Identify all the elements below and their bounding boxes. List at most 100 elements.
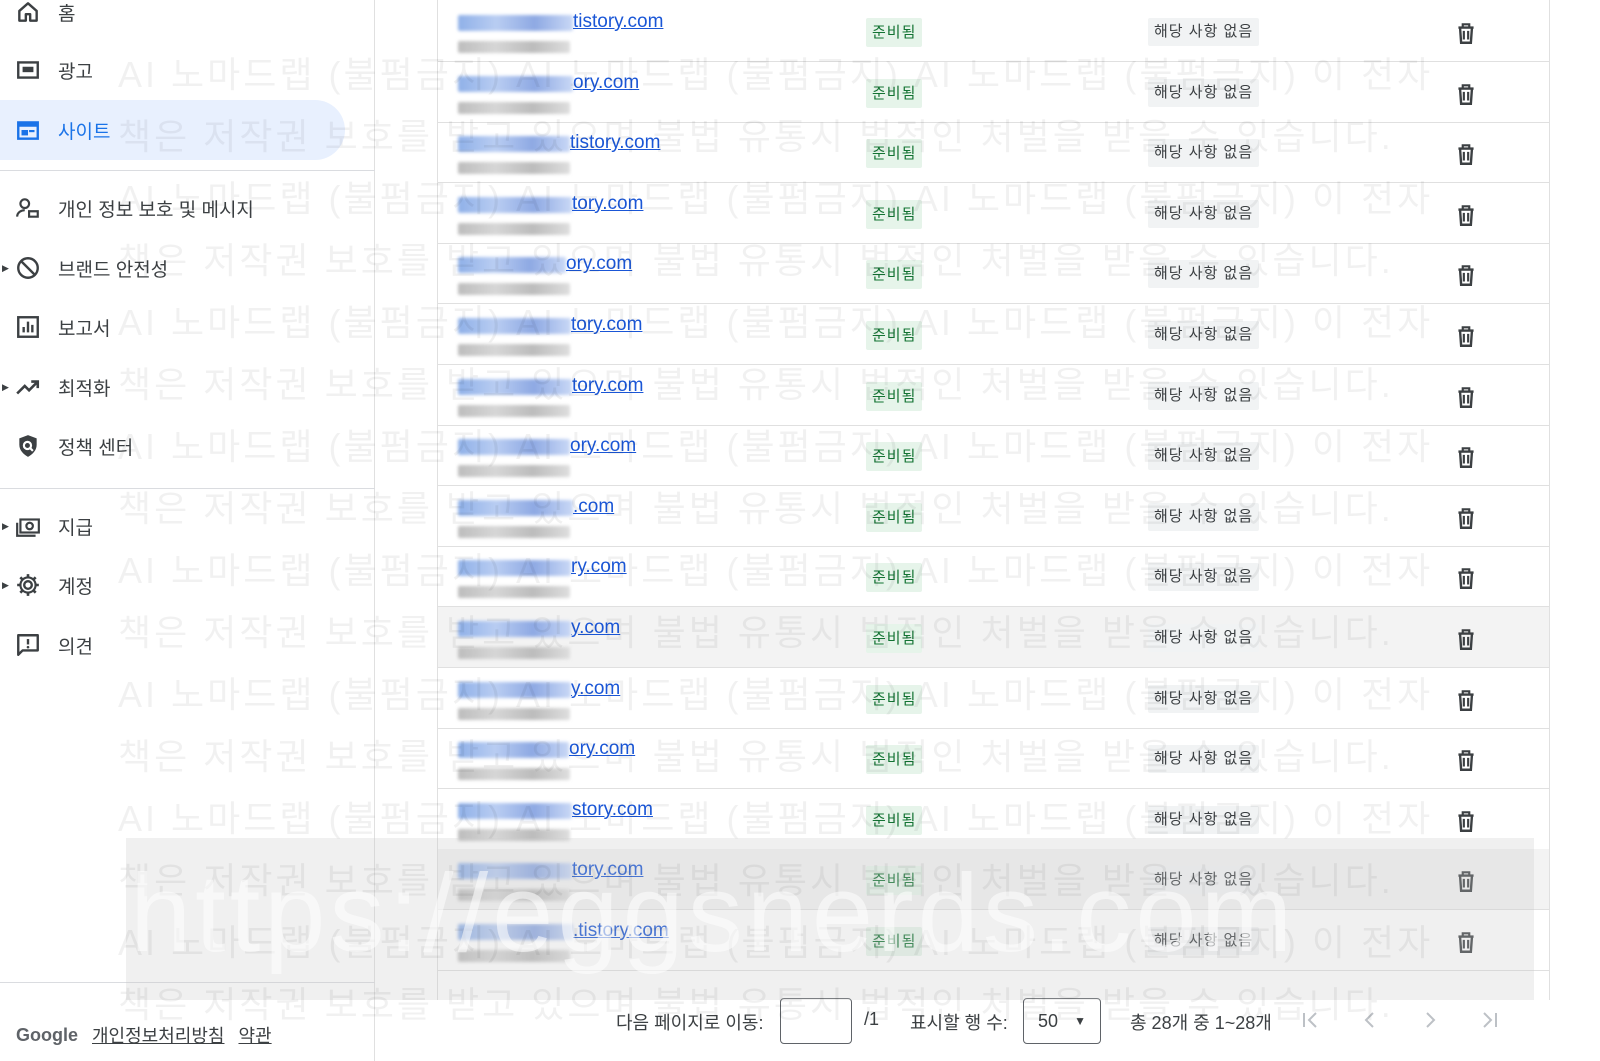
delete-site-button[interactable] [1452, 19, 1480, 47]
sidebar-item-9[interactable]: ▶ 계정 [0, 555, 345, 615]
redacted-site-subtext [458, 950, 570, 962]
sites-table: tistory.com 준비됨 해당 사항 없음 ory.com 준비됨 해당 사항 없음… [437, 0, 1550, 1000]
gear-icon [14, 571, 42, 599]
site-link[interactable]: .tistory.com [573, 920, 669, 942]
trash-icon [1458, 144, 1474, 166]
site-link[interactable]: y.com [571, 617, 620, 639]
redacted-site-prefix [458, 742, 569, 759]
delete-site-button[interactable] [1452, 261, 1480, 289]
sidebar-item-2[interactable]: 사이트 [0, 100, 345, 160]
delete-site-button[interactable] [1452, 746, 1480, 774]
reports-icon [14, 313, 42, 341]
site-link[interactable]: story.com [572, 799, 653, 821]
issues-badge: 해당 사항 없음 [1148, 78, 1260, 107]
redacted-site-subtext [458, 162, 570, 175]
status-badge: 준비됨 [866, 805, 923, 835]
first-page-button[interactable] [1295, 1005, 1325, 1035]
gear-icon [17, 574, 39, 596]
redacted-site-prefix [458, 15, 573, 31]
issues-badge: 해당 사항 없음 [1148, 624, 1260, 652]
site-link[interactable]: ry.com [571, 556, 627, 578]
privacy-policy-link[interactable]: 개인정보처리방침 [92, 1022, 224, 1048]
delete-site-button[interactable] [1452, 686, 1480, 714]
site-link[interactable]: y.com [571, 678, 620, 700]
site-cell: ory.com [458, 738, 788, 782]
total-pages-text: /1 [864, 1009, 880, 1029]
delete-site-button[interactable] [1452, 564, 1480, 592]
feedback-icon [14, 631, 42, 659]
sidebar-item-0[interactable]: 홈 [0, 0, 345, 42]
status-badge: 준비됨 [866, 442, 923, 472]
trending-up-icon [16, 380, 40, 395]
sidebar-item-1[interactable]: 광고 [0, 40, 345, 100]
status-badge: 준비됨 [866, 78, 923, 108]
sidebar-item-5[interactable]: 보고서 [0, 297, 345, 357]
issues-badge: 해당 사항 없음 [1148, 563, 1260, 592]
issues-badge: 해당 사항 없음 [1148, 199, 1260, 228]
delete-site-button[interactable] [1452, 928, 1480, 956]
redacted-site-prefix [458, 499, 573, 516]
site-link[interactable]: ory.com [569, 738, 635, 760]
redacted-site-prefix [458, 196, 572, 213]
privacy-messaging-icon [16, 198, 39, 218]
delete-site-button[interactable] [1452, 443, 1480, 471]
sidebar-item-3[interactable]: 개인 정보 보호 및 메시지 [0, 178, 345, 238]
site-link[interactable]: tistory.com [570, 132, 660, 154]
table-row: y.com 준비됨 해당 사항 없음 [438, 668, 1549, 729]
redacted-site-subtext [458, 222, 570, 235]
site-link[interactable]: tistory.com [573, 11, 663, 33]
previous-page-button[interactable] [1355, 1005, 1385, 1035]
status-badge: 준비됨 [866, 199, 923, 229]
goto-page-input[interactable] [780, 998, 852, 1044]
site-link[interactable]: tory.com [572, 193, 643, 215]
block-icon [14, 254, 42, 282]
terms-link[interactable]: 약관 [238, 1022, 271, 1048]
delete-site-button[interactable] [1452, 625, 1480, 653]
sidebar-item-10[interactable]: 의견 [0, 615, 345, 675]
redacted-site-prefix [458, 924, 573, 940]
last-page-icon [1483, 1012, 1497, 1028]
delete-site-button[interactable] [1452, 504, 1480, 532]
sidebar-item-label: 최적화 [58, 378, 111, 400]
site-link[interactable]: tory.com [571, 314, 642, 336]
sidebar-item-label: 보고서 [58, 318, 111, 340]
delete-site-button[interactable] [1452, 807, 1480, 835]
table-row: tory.com 준비됨 해당 사항 없음 [438, 183, 1549, 244]
issues-badge: 해당 사항 없음 [1148, 139, 1260, 168]
last-page-button[interactable] [1475, 1005, 1505, 1035]
sidebar-item-8[interactable]: ▶ 지급 [0, 496, 345, 556]
site-link[interactable]: ory.com [573, 72, 639, 94]
delete-site-button[interactable] [1452, 201, 1480, 229]
payments-icon [14, 512, 42, 540]
status-badge: 준비됨 [866, 927, 923, 956]
delete-site-button[interactable] [1452, 383, 1480, 411]
google-logo: Google [16, 1024, 78, 1045]
delete-site-button[interactable] [1452, 80, 1480, 108]
sidebar-item-6[interactable]: ▶ 최적화 [0, 357, 345, 417]
site-link[interactable]: tory.com [572, 859, 643, 881]
site-link[interactable]: tory.com [572, 375, 643, 397]
delete-site-button[interactable] [1452, 867, 1480, 895]
sidebar-item-4[interactable]: ▶ 브랜드 안전성 [0, 238, 345, 298]
chevron-left-icon [1364, 1012, 1374, 1028]
sidebar-item-label: 사이트 [58, 121, 111, 143]
rows-per-page-select[interactable]: 50 ▼ [1023, 998, 1101, 1044]
expand-caret-icon: ▶ [2, 520, 9, 531]
site-link[interactable]: .com [573, 496, 614, 518]
table-row: tistory.com 준비됨 해당 사항 없음 [438, 1, 1549, 62]
delete-site-button[interactable] [1452, 322, 1480, 350]
site-link[interactable]: ory.com [570, 435, 636, 457]
site-link[interactable]: ory.com [566, 253, 632, 275]
sidebar-divider [0, 170, 375, 171]
trash-icon [1458, 386, 1474, 408]
redacted-site-subtext [458, 465, 570, 478]
sidebar-item-7[interactable]: 정책 센터 [0, 416, 345, 476]
sidebar-item-label: 지급 [58, 517, 93, 539]
next-page-button[interactable] [1415, 1005, 1445, 1035]
trash-icon [1458, 326, 1474, 347]
redacted-site-prefix [458, 136, 570, 153]
issues-badge: 해당 사항 없음 [1148, 18, 1260, 46]
delete-site-button[interactable] [1452, 140, 1480, 168]
redacted-site-prefix [458, 75, 573, 92]
issues-badge: 해당 사항 없음 [1148, 927, 1260, 955]
